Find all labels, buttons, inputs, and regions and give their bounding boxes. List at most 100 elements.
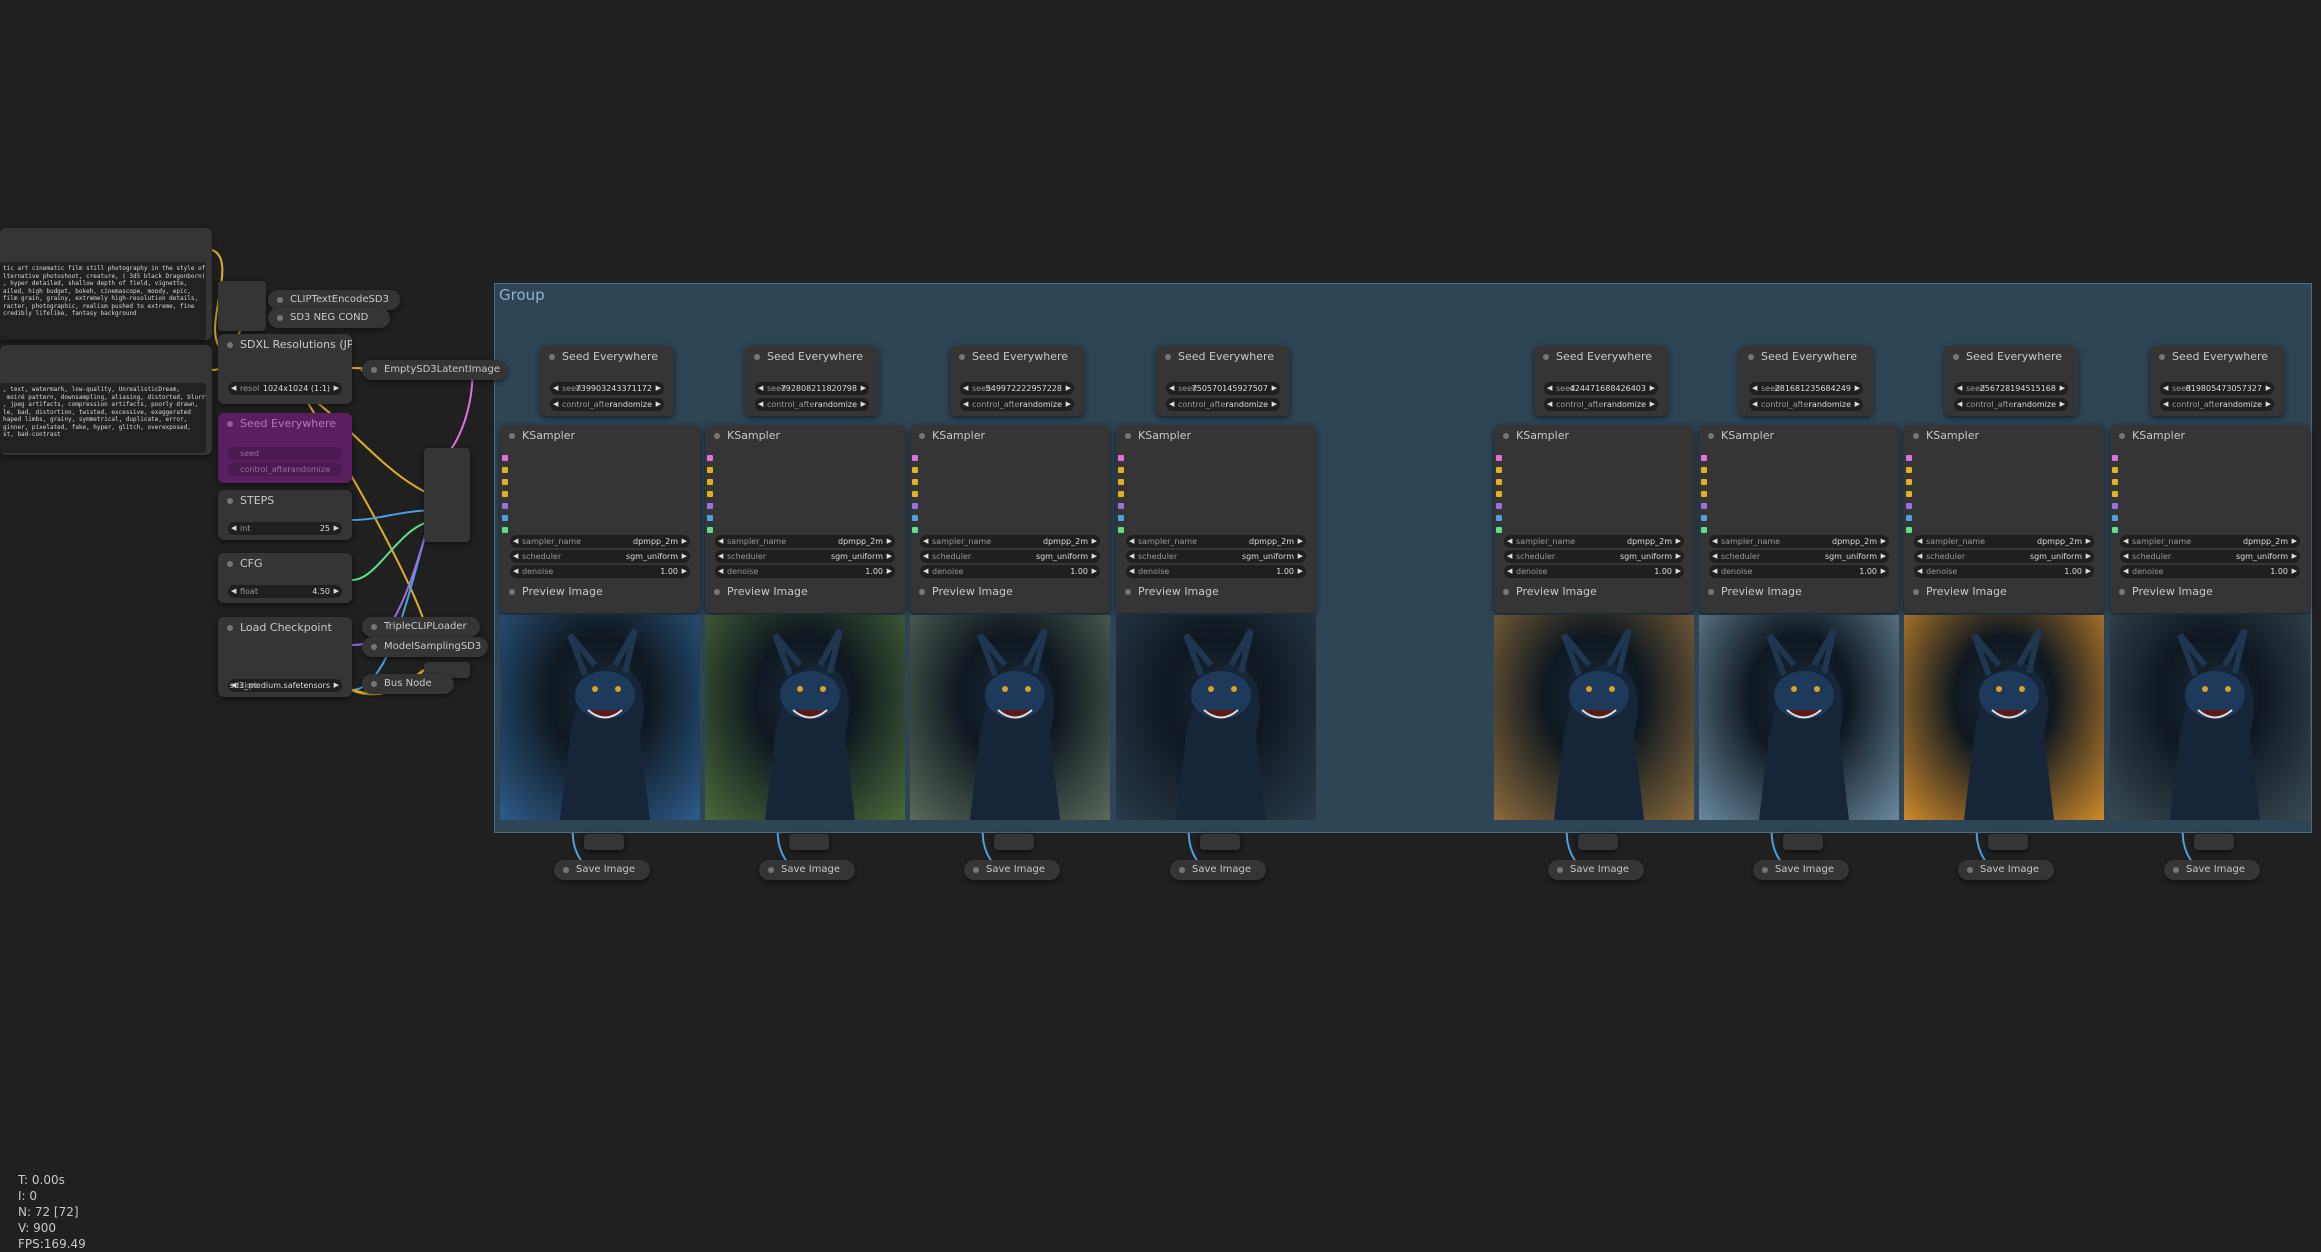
scheduler-widget[interactable]: ◀ scheduler sgm_uniform ▶ [1504, 550, 1684, 563]
input-slot[interactable] [2112, 479, 2118, 485]
control-after-widget[interactable]: ◀ control_after randomize ▶ [1749, 398, 1863, 411]
save-image-node[interactable]: Save Image [1958, 860, 2054, 880]
sampler-name-widget[interactable]: ◀ sampler_name dpmpp_2m ▶ [510, 535, 690, 548]
sampler-name-widget[interactable]: ◀ sampler_name dpmpp_2m ▶ [1504, 535, 1684, 548]
load-checkpoint-node[interactable]: Load Checkpoint ◀ ckpt sd3_medium.safetens… [218, 617, 352, 697]
input-slot[interactable] [1496, 455, 1502, 461]
input-slot[interactable] [912, 479, 918, 485]
save-image-node[interactable]: Save Image [1170, 860, 1266, 880]
sampler-name-widget[interactable]: ◀ sampler_name dpmpp_2m ▶ [1126, 535, 1306, 548]
save-image-node[interactable]: Save Image [759, 860, 855, 880]
cfg-node[interactable]: CFG ◀ float 4.50 ▶ [218, 553, 352, 603]
seed-everywhere-node[interactable]: Seed Everywhere ◀ seed 819805473057327 ▶ ◀ … [2150, 346, 2284, 416]
save-reroute-box[interactable] [1783, 834, 1823, 850]
sampler-name-widget[interactable]: ◀ sampler_name dpmpp_2m ▶ [1709, 535, 1889, 548]
ksampler-node[interactable]: KSampler ◀ sampler_name dpmpp_2m ▶ ◀ sch… [2110, 425, 2310, 613]
input-slot[interactable] [2112, 467, 2118, 473]
input-slot[interactable] [1118, 479, 1124, 485]
save-reroute-box[interactable] [1988, 834, 2028, 850]
input-slot[interactable] [1701, 491, 1707, 497]
neg-cond-node[interactable]: SD3 NEG COND [268, 308, 390, 328]
input-slot[interactable] [1118, 515, 1124, 521]
input-slot[interactable] [912, 491, 918, 497]
save-image-node[interactable]: Save Image [964, 860, 1060, 880]
scheduler-widget[interactable]: ◀ scheduler sgm_uniform ▶ [920, 550, 1100, 563]
input-slot[interactable] [1496, 527, 1502, 533]
cfg-widget[interactable]: ◀ float 4.50 ▶ [228, 585, 342, 598]
seed-bypassed-widget[interactable]: seed [228, 447, 342, 460]
control-after-widget[interactable]: ◀ control_after randomize ▶ [755, 398, 869, 411]
input-slot[interactable] [502, 503, 508, 509]
sampler-name-widget[interactable]: ◀ sampler_name dpmpp_2m ▶ [715, 535, 895, 548]
input-slot[interactable] [1906, 527, 1912, 533]
input-slot[interactable] [2112, 515, 2118, 521]
control-after-widget[interactable]: ◀ control_after randomize ▶ [960, 398, 1074, 411]
clip-text-encode-node[interactable]: CLIPTextEncodeSD3 [268, 290, 400, 310]
save-reroute-box[interactable] [1200, 834, 1240, 850]
control-after-widget[interactable]: ◀ control_after randomize ▶ [1544, 398, 1658, 411]
control-after-widget[interactable]: ◀ control_after randomize ▶ [550, 398, 664, 411]
ksampler-node[interactable]: KSampler ◀ sampler_name dpmpp_2m ▶ ◀ sch… [1494, 425, 1694, 613]
denoise-widget[interactable]: ◀ denoise 1.00 ▶ [2120, 565, 2300, 578]
seed-everywhere-bypassed-node[interactable]: Seed Everywhere seed control_after random… [218, 413, 352, 483]
save-image-node[interactable]: Save Image [554, 860, 650, 880]
input-slot[interactable] [1701, 515, 1707, 521]
denoise-widget[interactable]: ◀ denoise 1.00 ▶ [1504, 565, 1684, 578]
input-slot[interactable] [2112, 527, 2118, 533]
scheduler-widget[interactable]: ◀ scheduler sgm_uniform ▶ [1709, 550, 1889, 563]
input-slot[interactable] [1906, 491, 1912, 497]
seed-everywhere-node[interactable]: Seed Everywhere ◀ seed 792808211820798 ▶ ◀ … [745, 346, 879, 416]
input-slot[interactable] [1701, 467, 1707, 473]
bus-node[interactable]: Bus Node [362, 674, 454, 694]
input-slot[interactable] [912, 455, 918, 461]
scheduler-widget[interactable]: ◀ scheduler sgm_uniform ▶ [2120, 550, 2300, 563]
input-slot[interactable] [1906, 455, 1912, 461]
input-slot[interactable] [502, 479, 508, 485]
empty-latent-node[interactable]: EmptySD3LatentImage [362, 360, 508, 380]
input-slot[interactable] [1701, 503, 1707, 509]
denoise-widget[interactable]: ◀ denoise 1.00 ▶ [510, 565, 690, 578]
scheduler-widget[interactable]: ◀ scheduler sgm_uniform ▶ [1914, 550, 2094, 563]
save-reroute-box[interactable] [584, 834, 624, 850]
input-slot[interactable] [1496, 479, 1502, 485]
ksampler-node[interactable]: KSampler ◀ sampler_name dpmpp_2m ▶ ◀ sch… [500, 425, 700, 613]
control-after-widget[interactable]: ◀ control_after randomize ▶ [1954, 398, 2068, 411]
scheduler-widget[interactable]: ◀ scheduler sgm_uniform ▶ [510, 550, 690, 563]
control-after-widget[interactable]: ◀ control_after randomize ▶ [1166, 398, 1280, 411]
seed-widget[interactable]: ◀ seed 750570145927507 ▶ [1166, 382, 1280, 395]
sampler-name-widget[interactable]: ◀ sampler_name dpmpp_2m ▶ [920, 535, 1100, 548]
input-slot[interactable] [2112, 455, 2118, 461]
save-reroute-box[interactable] [2194, 834, 2234, 850]
input-slot[interactable] [1906, 515, 1912, 521]
resolution-combo[interactable]: ◀ resol 1024x1024 (1:1) ▶ [228, 382, 342, 395]
input-slot[interactable] [1118, 455, 1124, 461]
input-slot[interactable] [2112, 503, 2118, 509]
input-slot[interactable] [1701, 455, 1707, 461]
input-slot[interactable] [912, 527, 918, 533]
negative-prompt-text[interactable]: , text, watermark, low-quality, Unrealis… [0, 383, 206, 453]
input-slot[interactable] [707, 455, 713, 461]
input-slot[interactable] [502, 467, 508, 473]
save-image-node[interactable]: Save Image [1753, 860, 1849, 880]
input-slot[interactable] [502, 515, 508, 521]
positive-prompt-text[interactable]: tic art cinematic film still photography… [0, 262, 206, 340]
input-slot[interactable] [1701, 527, 1707, 533]
input-slot[interactable] [502, 455, 508, 461]
triple-clip-node[interactable]: TripleCLIPLoader [362, 617, 480, 637]
seed-widget[interactable]: ◀ seed 819805473057327 ▶ [2160, 382, 2274, 395]
seed-widget[interactable]: ◀ seed 281681235684249 ▶ [1749, 382, 1863, 395]
seed-widget[interactable]: ◀ seed 424471688426403 ▶ [1544, 382, 1658, 395]
sampler-name-widget[interactable]: ◀ sampler_name dpmpp_2m ▶ [1914, 535, 2094, 548]
sampler-name-widget[interactable]: ◀ sampler_name dpmpp_2m ▶ [2120, 535, 2300, 548]
save-reroute-box[interactable] [994, 834, 1034, 850]
seed-widget[interactable]: ◀ seed 549972222957228 ▶ [960, 382, 1074, 395]
scheduler-widget[interactable]: ◀ scheduler sgm_uniform ▶ [1126, 550, 1306, 563]
input-slot[interactable] [502, 527, 508, 533]
seed-everywhere-node[interactable]: Seed Everywhere ◀ seed 281681235684249 ▶ ◀ … [1739, 346, 1873, 416]
seed-widget[interactable]: ◀ seed 739903243371172 ▶ [550, 382, 664, 395]
input-slot[interactable] [1496, 503, 1502, 509]
input-slot[interactable] [1701, 479, 1707, 485]
save-image-node[interactable]: Save Image [2164, 860, 2260, 880]
ksampler-node[interactable]: KSampler ◀ sampler_name dpmpp_2m ▶ ◀ sch… [910, 425, 1110, 613]
reroute-cluster[interactable] [218, 281, 266, 331]
